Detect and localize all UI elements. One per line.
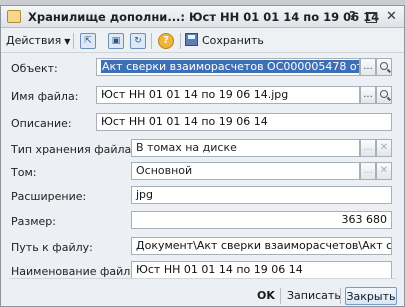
description-label: Описание: <box>11 117 72 130</box>
extension-field[interactable]: jpg <box>131 186 392 204</box>
window-title: Хранилище дополни...: Юст НН 01 01 14 по… <box>28 10 380 24</box>
save-button[interactable]: Сохранить <box>185 32 264 50</box>
path-label: Путь к файлу: <box>11 241 93 254</box>
storage-type-label: Тип хранения файла: <box>11 143 135 156</box>
select-object-button[interactable]: ... <box>360 58 376 76</box>
search-icon <box>380 62 388 70</box>
help-icon[interactable]: ? <box>345 9 360 24</box>
floppy-disk-icon <box>185 33 198 46</box>
ok-button[interactable]: OK <box>257 287 275 305</box>
footer-divider <box>9 278 396 279</box>
close-button[interactable]: Закрыть <box>345 287 397 305</box>
volume-field[interactable]: Основной <box>131 162 360 180</box>
size-label: Размер: <box>11 215 56 228</box>
help-circle-icon[interactable]: ? <box>158 33 174 49</box>
view-file-icon[interactable]: ▣ <box>108 33 124 49</box>
toolbar-separator <box>151 33 152 49</box>
save-label: Сохранить <box>202 34 264 47</box>
chevron-down-icon: ▼ <box>64 37 71 46</box>
refresh-file-icon[interactable]: ↻ <box>130 33 146 49</box>
storage-icon <box>7 10 21 23</box>
extension-label: Расширение: <box>11 190 87 203</box>
actions-menu-button[interactable]: Действия ▼ <box>6 32 70 50</box>
write-button[interactable]: Записать <box>287 287 341 305</box>
clear-volume-icon[interactable]: ✕ <box>376 162 392 180</box>
select-volume-button[interactable]: ... <box>360 162 376 180</box>
description-field[interactable]: Юст НН 01 01 14 по 19 06 14 <box>96 113 392 131</box>
object-label: Объект: <box>11 62 58 75</box>
title-bar[interactable]: Хранилище дополни...: Юст НН 01 01 14 по… <box>1 6 404 28</box>
open-file-icon[interactable]: ⇱ <box>80 33 96 49</box>
volume-label: Том: <box>11 166 37 179</box>
close-icon[interactable]: ✕ <box>384 9 399 24</box>
size-field[interactable]: 363 680 <box>131 211 392 229</box>
select-file-button[interactable]: ... <box>360 86 376 104</box>
open-object-button[interactable] <box>376 58 392 76</box>
search-icon <box>380 90 388 98</box>
object-value: Акт сверки взаиморасчетов ОС000005478 от… <box>101 60 359 73</box>
toolbar-separator <box>180 33 181 49</box>
file-name-label: Наименование файла: <box>11 265 141 278</box>
path-field[interactable]: Документ\Акт сверки взаиморасчетов\Акт с… <box>131 237 392 255</box>
clear-storage-type-icon[interactable]: ✕ <box>376 139 392 157</box>
dialog-window: Хранилище дополни...: Юст НН 01 01 14 по… <box>0 5 405 307</box>
open-file-button[interactable] <box>376 86 392 104</box>
select-storage-type-button[interactable]: ... <box>360 139 376 157</box>
actions-label: Действия <box>6 34 62 47</box>
toolbar: Действия ▼ ⇱ ▣ ↻ ? Сохранить <box>1 29 404 53</box>
maximize-icon[interactable] <box>364 9 379 24</box>
footer-separator <box>340 288 341 304</box>
filename-label: Имя файла: <box>11 90 79 103</box>
toolbar-separator <box>73 33 74 49</box>
footer-separator <box>280 288 281 304</box>
file-name-field[interactable]: Юст НН 01 01 14 по 19 06 14 <box>131 261 392 279</box>
storage-type-field[interactable]: В томах на диске <box>131 139 360 157</box>
filename-field[interactable]: Юст НН 01 01 14 по 19 06 14.jpg <box>96 86 360 104</box>
object-field[interactable]: Акт сверки взаиморасчетов ОС000005478 от… <box>96 58 360 76</box>
